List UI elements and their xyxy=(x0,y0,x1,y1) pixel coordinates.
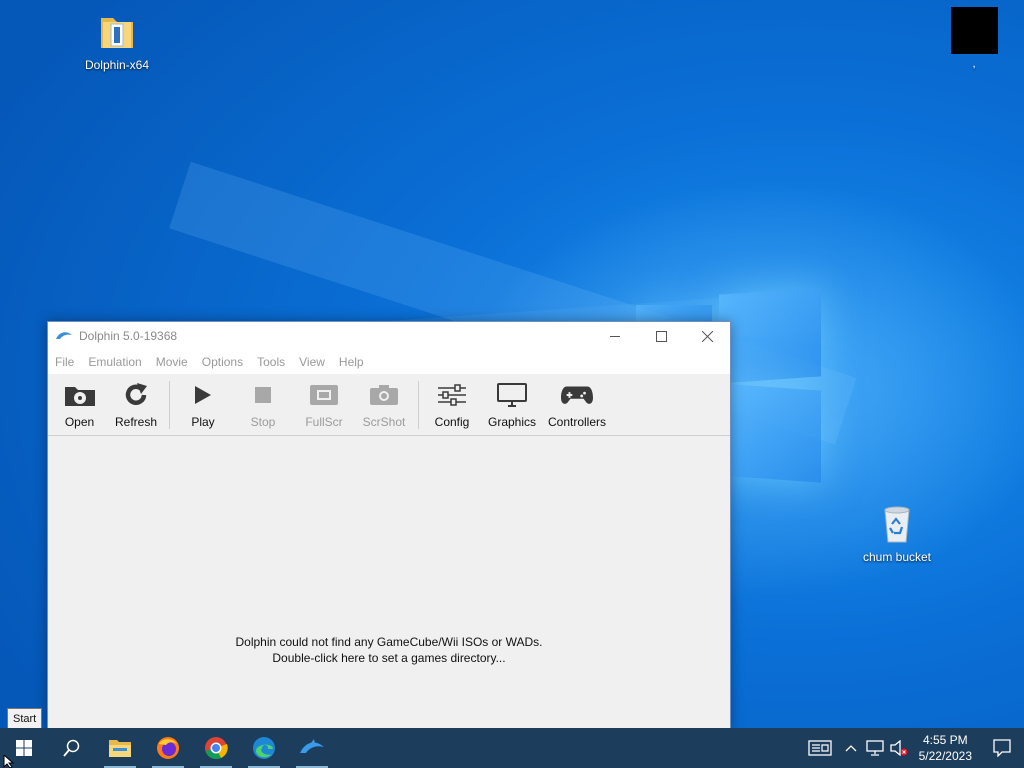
refresh-icon xyxy=(120,382,152,408)
play-button[interactable]: Play xyxy=(174,375,232,435)
refresh-label: Refresh xyxy=(114,415,158,429)
stop-icon xyxy=(247,382,279,408)
graphics-button[interactable]: Graphics xyxy=(481,375,543,435)
taskbar: 4:55 PM 5/22/2023 xyxy=(0,728,1024,768)
mouse-cursor-icon xyxy=(3,755,15,768)
desktop-icon-blank[interactable]: , xyxy=(929,7,1019,70)
screenshot-button[interactable]: ScrShot xyxy=(354,375,414,435)
desktop-icon-label: Dolphin-x64 xyxy=(84,58,150,72)
dolphin-icon xyxy=(300,739,324,753)
close-icon xyxy=(701,330,713,342)
close-button[interactable] xyxy=(684,322,730,350)
menu-bar: File Emulation Movie Options Tools View … xyxy=(48,350,730,375)
chrome-icon xyxy=(205,737,228,760)
search-icon xyxy=(63,739,80,757)
menu-tools[interactable]: Tools xyxy=(250,355,292,369)
open-label: Open xyxy=(64,415,95,429)
volume-button[interactable] xyxy=(887,728,911,768)
graphics-label: Graphics xyxy=(487,415,537,429)
open-button[interactable]: Open xyxy=(52,375,107,435)
toolbar-separator xyxy=(418,381,419,429)
windows-start-icon xyxy=(16,740,32,756)
maximize-icon xyxy=(655,330,667,342)
clock-time: 4:55 PM xyxy=(922,733,968,747)
monitor-icon xyxy=(496,382,528,408)
menu-options[interactable]: Options xyxy=(195,355,250,369)
minimize-icon xyxy=(610,335,620,337)
network-button[interactable] xyxy=(863,728,887,768)
controllers-label: Controllers xyxy=(547,415,607,429)
sliders-icon xyxy=(436,382,468,408)
recycle-bin-icon xyxy=(875,502,919,546)
camera-icon xyxy=(368,382,400,408)
firefox-icon xyxy=(157,737,179,759)
news-icon xyxy=(807,740,832,756)
gamepad-icon xyxy=(561,382,593,408)
menu-view[interactable]: View xyxy=(292,355,332,369)
empty-message-line1: Dolphin could not find any GameCube/Wii … xyxy=(235,635,543,649)
maximize-button[interactable] xyxy=(638,322,684,350)
empty-message-line2: Double-click here to set a games directo… xyxy=(272,651,506,665)
clock[interactable]: 4:55 PM 5/22/2023 xyxy=(911,732,980,764)
taskbar-edge[interactable] xyxy=(240,728,288,768)
config-button[interactable]: Config xyxy=(423,375,481,435)
start-tooltip: Start xyxy=(7,708,43,729)
taskbar-file-explorer[interactable] xyxy=(96,728,144,768)
desktop-icon-recycle-bin[interactable]: chum bucket xyxy=(852,502,942,564)
network-icon xyxy=(865,740,884,756)
window-title: Dolphin 5.0-19368 xyxy=(79,329,178,343)
clock-date: 5/22/2023 xyxy=(918,749,972,763)
black-square-icon xyxy=(950,7,998,54)
file-explorer-icon xyxy=(109,740,131,757)
show-hidden-icons-button[interactable] xyxy=(839,728,863,768)
play-icon xyxy=(187,382,219,408)
windows-logo-pane xyxy=(636,305,712,321)
title-bar[interactable]: Dolphin 5.0-19368 xyxy=(48,322,730,350)
windows-logo-pane xyxy=(719,383,821,483)
game-list-area[interactable]: Dolphin could not find any GameCube/Wii … xyxy=(48,436,730,728)
notification-icon xyxy=(993,739,1011,757)
controllers-button[interactable]: Controllers xyxy=(543,375,611,435)
start-tooltip-text: Start xyxy=(13,712,37,725)
edge-icon xyxy=(253,737,275,759)
menu-file[interactable]: File xyxy=(48,355,81,369)
taskbar-dolphin[interactable] xyxy=(288,728,336,768)
menu-help[interactable]: Help xyxy=(332,355,371,369)
toolbar-separator xyxy=(169,381,170,429)
play-label: Play xyxy=(191,415,215,429)
screenshot-label: ScrShot xyxy=(362,415,406,429)
desktop-icon-label: , xyxy=(972,56,976,70)
toolbar: Open Refresh Play Stop FullScr ScrShot C… xyxy=(48,375,730,436)
menu-emulation[interactable]: Emulation xyxy=(81,355,148,369)
fullscreen-label: FullScr xyxy=(305,415,343,429)
menu-movie[interactable]: Movie xyxy=(149,355,195,369)
desktop-icon-dolphin-x64[interactable]: Dolphin-x64 xyxy=(72,10,162,72)
stop-label: Stop xyxy=(250,415,276,429)
volume-muted-icon xyxy=(889,740,908,756)
desktop-icon-label: chum bucket xyxy=(862,550,932,564)
refresh-button[interactable]: Refresh xyxy=(107,375,165,435)
minimize-button[interactable] xyxy=(592,322,638,350)
system-tray: 4:55 PM 5/22/2023 xyxy=(801,728,1024,768)
taskbar-firefox[interactable] xyxy=(144,728,192,768)
notifications-button[interactable] xyxy=(980,728,1024,768)
fullscreen-icon xyxy=(308,382,340,408)
folder-icon xyxy=(95,10,139,54)
stop-button[interactable]: Stop xyxy=(232,375,294,435)
search-button[interactable] xyxy=(48,728,96,768)
fullscreen-button[interactable]: FullScr xyxy=(294,375,354,435)
config-label: Config xyxy=(434,415,470,429)
open-disc-icon xyxy=(64,382,96,408)
news-widget-button[interactable] xyxy=(801,728,839,768)
empty-game-list-message[interactable]: Dolphin could not find any GameCube/Wii … xyxy=(48,634,730,666)
dolphin-window[interactable]: Dolphin 5.0-19368 File Emulation Movie O… xyxy=(47,321,731,728)
chevron-up-icon xyxy=(845,745,857,752)
windows-logo-pane xyxy=(719,287,821,384)
taskbar-chrome[interactable] xyxy=(192,728,240,768)
dolphin-app-icon xyxy=(55,330,73,342)
desktop-background: Dolphin-x64 , chum bucket Dolphin 5.0-19… xyxy=(0,0,1024,728)
